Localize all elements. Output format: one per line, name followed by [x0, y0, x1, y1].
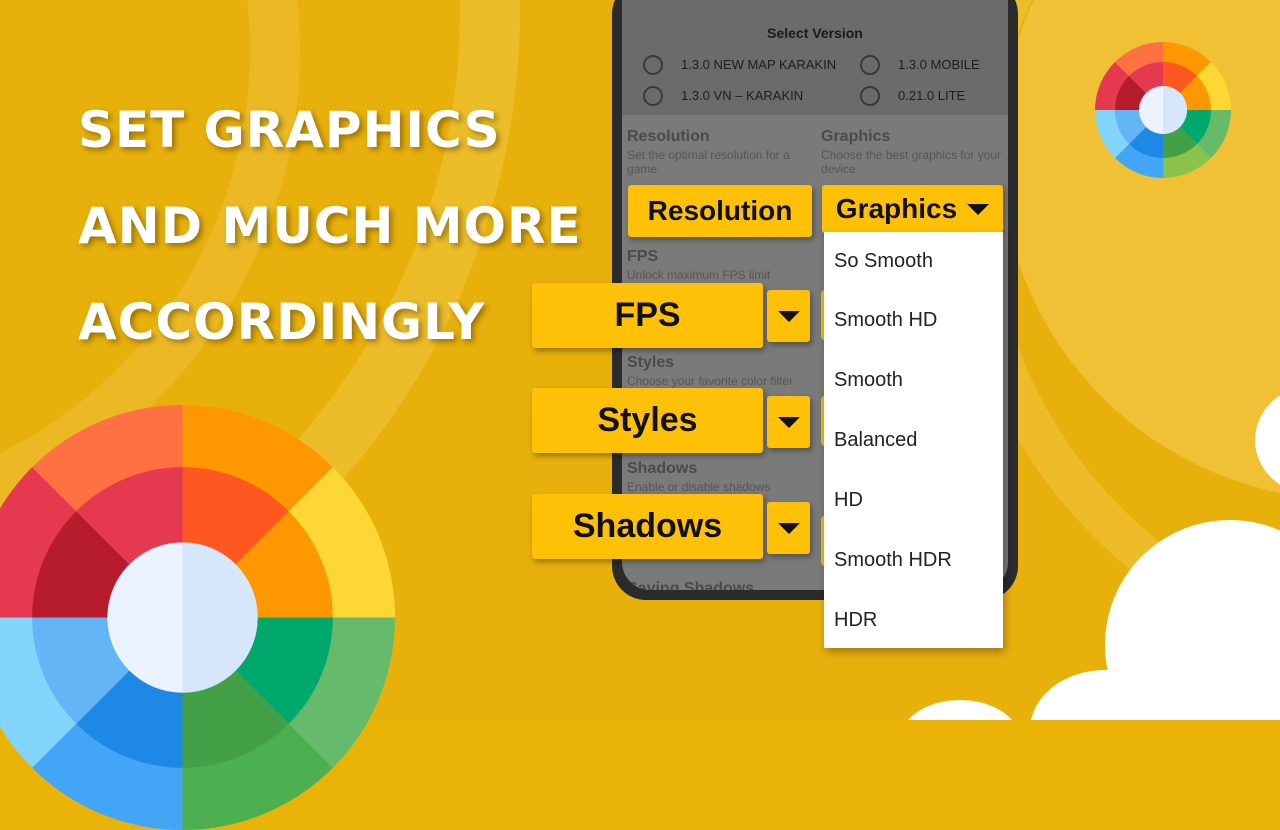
- shadows-subtitle: Enable or disable shadows: [627, 480, 771, 494]
- caret-down-icon: [777, 522, 800, 534]
- radio-button[interactable]: [643, 55, 663, 75]
- radio-button[interactable]: [643, 86, 663, 106]
- resolution-button-label: Resolution: [647, 195, 793, 226]
- shadows-title: Shadows: [627, 460, 698, 477]
- shadows-button[interactable]: Shadows: [532, 494, 763, 559]
- graphics-title: Graphics: [821, 128, 891, 145]
- version-option[interactable]: 1.3.0 NEW MAP KARAKIN: [643, 55, 837, 75]
- saving-shadows-title: Saving Shadows: [627, 580, 755, 590]
- version-option[interactable]: 1.3.0 VN – KARAKIN: [643, 86, 804, 106]
- styles-button[interactable]: Styles: [532, 388, 763, 453]
- graphics-subtitle: Choose the best graphics for your device: [821, 148, 1002, 176]
- select-version-title: Select Version: [767, 25, 863, 41]
- graphics-option-smooth[interactable]: Smooth: [824, 350, 1003, 410]
- radio-button[interactable]: [860, 86, 880, 106]
- headline: Set Graphics and much more accordingly: [78, 82, 582, 370]
- caret-down-icon: [777, 310, 800, 322]
- version-option[interactable]: 1.3.0 MOBILE: [860, 55, 980, 75]
- resolution-title: Resolution: [627, 128, 710, 145]
- graphics-option-so-smooth[interactable]: So Smooth: [824, 232, 1003, 290]
- version-option[interactable]: 0.21.0 LITE: [860, 86, 966, 106]
- graphics-option-smooth-hdr[interactable]: Smooth HDR: [824, 530, 1003, 590]
- graphics-dropdown-button[interactable]: Graphics: [822, 185, 1003, 233]
- caret-down-icon: [967, 203, 990, 215]
- radio-button[interactable]: [860, 55, 880, 75]
- fps-button[interactable]: FPS: [532, 283, 763, 348]
- graphics-button-label: Graphics: [835, 193, 958, 224]
- color-wheel-icon: [1095, 42, 1231, 178]
- resolution-subtitle: Set the optimal resolution for a game: [627, 148, 790, 176]
- graphics-option-hdr[interactable]: HDR: [824, 590, 1003, 650]
- shadows-dropdown-toggle[interactable]: [767, 502, 810, 554]
- styles-dropdown-toggle[interactable]: [767, 396, 810, 448]
- styles-title: Styles: [627, 354, 675, 371]
- fps-dropdown-toggle[interactable]: [767, 290, 810, 342]
- headline-line: Set Graphics: [78, 101, 501, 159]
- resolution-button[interactable]: Resolution: [628, 185, 812, 237]
- graphics-option-hd[interactable]: HD: [824, 470, 1003, 530]
- color-wheel-icon: [0, 405, 395, 830]
- cloud: [900, 700, 1020, 720]
- version-option-label: 0.21.0 LITE: [898, 88, 966, 103]
- version-option-label: 1.3.0 NEW MAP KARAKIN: [681, 57, 837, 72]
- graphics-option-balanced[interactable]: Balanced: [824, 410, 1003, 470]
- fps-title: FPS: [627, 248, 659, 265]
- version-option-label: 1.3.0 VN – KARAKIN: [681, 88, 804, 103]
- styles-button-label: Styles: [597, 401, 698, 439]
- styles-subtitle: Choose your favorite color filter: [627, 374, 794, 388]
- graphics-dropdown-menu: So Smooth Smooth HD Smooth Balanced HD S…: [824, 232, 1003, 648]
- headline-line: accordingly: [78, 293, 486, 351]
- fps-subtitle: Unlock maximum FPS limit: [627, 268, 771, 282]
- caret-down-icon: [777, 416, 800, 428]
- headline-line: and much more: [78, 197, 582, 255]
- graphics-option-smooth-hd[interactable]: Smooth HD: [824, 290, 1003, 350]
- fps-button-label: FPS: [614, 296, 681, 334]
- shadows-button-label: Shadows: [572, 507, 723, 545]
- version-option-label: 1.3.0 MOBILE: [898, 57, 980, 72]
